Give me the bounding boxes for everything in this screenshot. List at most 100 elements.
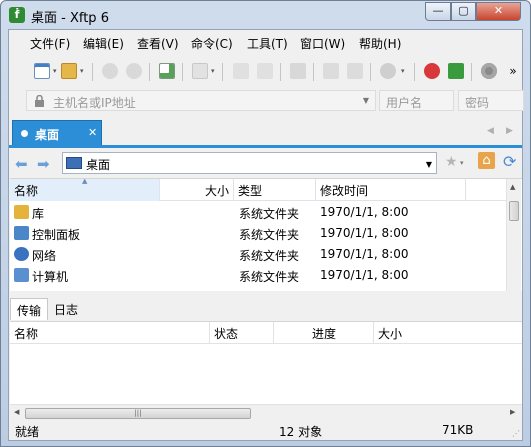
file-list-header: ▲ 名称 大小 类型 修改时间 <box>10 179 506 201</box>
more-icon[interactable]: » <box>503 61 523 81</box>
file-row[interactable]: 库 系统文件夹 1970/1/1, 8:00 <box>10 202 506 223</box>
column-name[interactable]: ▲ 名称 <box>10 179 160 201</box>
scrollbar-thumb[interactable] <box>509 201 519 221</box>
path-dropdown-icon[interactable]: ▼ <box>426 160 432 169</box>
forward-arrow-icon[interactable]: ➡ <box>37 155 50 173</box>
maximize-button[interactable]: ▢ <box>451 2 476 21</box>
host-dropdown-icon[interactable]: ▼ <box>363 96 369 105</box>
minimize-button[interactable]: — <box>425 2 451 21</box>
host-input[interactable]: 主机名或IP地址 ▼ <box>26 90 376 111</box>
close-button[interactable]: ✕ <box>476 2 521 21</box>
file-modified: 1970/1/1, 8:00 <box>320 205 409 219</box>
scroll-up-icon[interactable]: ▲ <box>510 183 515 191</box>
settings-icon[interactable] <box>479 61 499 81</box>
scrollbar-thumb[interactable]: ||| <box>25 408 251 419</box>
tab-desktop[interactable]: 桌面 ✕ <box>12 120 102 146</box>
file-type: 系统文件夹 <box>239 228 300 242</box>
scroll-left-icon[interactable]: ◀ <box>14 408 19 416</box>
file-name: 计算机 <box>32 270 69 284</box>
refresh-icon[interactable]: ⟳ <box>503 152 516 171</box>
resize-grip-icon[interactable]: ⋰ <box>512 429 520 438</box>
transfer-list: 名称 状态 进度 大小 ◀ ||| ▶ <box>10 321 522 421</box>
menu-tools[interactable]: 工具(T) <box>247 35 288 52</box>
library-icon <box>14 205 29 219</box>
desktop-icon <box>66 157 82 169</box>
toolbar: ▾ ▾ ▾ ▾ » <box>9 57 522 87</box>
new-session-icon[interactable] <box>32 61 52 81</box>
copy-icon[interactable] <box>321 61 341 81</box>
file-row[interactable]: 控制面板 系统文件夹 1970/1/1, 8:00 <box>10 223 506 244</box>
menu-help[interactable]: 帮助(H) <box>359 35 401 52</box>
home-icon[interactable]: ⌂ <box>478 152 495 169</box>
xshell-icon[interactable] <box>422 61 442 81</box>
path-bar: ⬅ ➡ 桌面 ▼ ★ ▾ ⌂ ⟳ <box>9 151 522 175</box>
tab-next-icon[interactable]: ▶ <box>506 126 513 136</box>
status-state: 就绪 <box>15 425 40 439</box>
disconnect-icon[interactable] <box>100 61 120 81</box>
file-row[interactable]: 网络 系统文件夹 1970/1/1, 8:00 <box>10 244 506 265</box>
menu-edit[interactable]: 编辑(E) <box>83 35 124 52</box>
menu-bar: 文件(F) 编辑(E) 查看(V) 命令(C) 工具(T) 窗口(W) 帮助(H… <box>9 32 522 54</box>
address-bar: 主机名或IP地址 ▼ 用户名 密码 <box>9 90 524 112</box>
tab-log[interactable]: 日志 <box>48 298 84 320</box>
file-type: 系统文件夹 <box>239 249 300 263</box>
column-filler <box>466 179 506 201</box>
globe-icon[interactable] <box>378 61 398 81</box>
lower-panel-tabs: 传输 日志 <box>10 298 522 320</box>
transfer-column-name[interactable]: 名称 <box>10 322 210 344</box>
file-modified: 1970/1/1, 8:00 <box>320 247 409 261</box>
menu-command[interactable]: 命令(C) <box>191 35 233 52</box>
network-icon <box>14 247 29 261</box>
tab-prev-icon[interactable]: ◀ <box>487 126 494 136</box>
upload-icon[interactable] <box>231 61 251 81</box>
download-icon[interactable] <box>255 61 275 81</box>
app-window: ḟ 桌面 - Xftp 6 — ▢ ✕ 文件(F) 编辑(E) 查看(V) 命令… <box>0 0 531 447</box>
file-list-scrollbar[interactable]: ▲ <box>506 179 521 291</box>
transfer-header: 名称 状态 进度 大小 <box>10 322 522 344</box>
username-input[interactable]: 用户名 <box>379 90 454 111</box>
session-properties-icon[interactable] <box>157 61 177 81</box>
menu-window[interactable]: 窗口(W) <box>300 35 345 52</box>
menu-file[interactable]: 文件(F) <box>30 35 70 52</box>
xftp-icon[interactable] <box>446 61 466 81</box>
host-placeholder: 主机名或IP地址 <box>53 96 136 110</box>
bookmark-icon[interactable]: ★ <box>445 154 458 170</box>
session-tabs: 桌面 ✕ ◀ ▶ <box>9 118 522 146</box>
xftp-app-icon: ḟ <box>9 7 25 23</box>
path-input[interactable]: 桌面 ▼ <box>62 152 437 174</box>
control-panel-icon <box>14 226 29 240</box>
column-name-label: 名称 <box>14 184 39 198</box>
tab-close-icon[interactable]: ✕ <box>88 126 97 139</box>
paste-icon[interactable] <box>345 61 365 81</box>
tab-transfer[interactable]: 传输 <box>10 298 49 320</box>
file-modified: 1970/1/1, 8:00 <box>320 268 409 282</box>
bookmark-dropdown-icon[interactable]: ▾ <box>460 159 464 167</box>
file-row[interactable]: 计算机 系统文件夹 1970/1/1, 8:00 <box>10 265 506 286</box>
password-input[interactable]: 密码 <box>458 90 524 111</box>
tab-label: 桌面 <box>35 128 60 142</box>
reconnect-icon[interactable] <box>124 61 144 81</box>
sort-ascending-icon: ▲ <box>82 178 88 185</box>
open-folder-icon[interactable] <box>59 61 79 81</box>
title-bar: ḟ 桌面 - Xftp 6 — ▢ ✕ <box>1 1 530 29</box>
scroll-right-icon[interactable]: ▶ <box>510 408 515 416</box>
path-text: 桌面 <box>86 158 111 172</box>
sync-icon[interactable] <box>288 61 308 81</box>
transfer-column-status[interactable]: 状态 <box>210 322 274 344</box>
file-name: 库 <box>32 207 45 221</box>
file-list: ▲ 名称 大小 类型 修改时间 库 系统文件夹 1970/1/1, 8:00 控… <box>10 178 522 291</box>
status-size: 71KB <box>442 423 474 437</box>
status-bar: 就绪 12 对象 71KB ⋰ <box>9 419 522 441</box>
transfer-column-progress[interactable]: 进度 <box>274 322 374 344</box>
file-type: 系统文件夹 <box>239 270 300 284</box>
file-type: 系统文件夹 <box>239 207 300 221</box>
column-type[interactable]: 类型 <box>234 179 316 201</box>
transfer-column-size[interactable]: 大小 <box>374 322 522 344</box>
status-object-count: 12 对象 <box>279 425 323 439</box>
play-icon[interactable] <box>190 61 210 81</box>
menu-view[interactable]: 查看(V) <box>137 35 179 52</box>
window-title: 桌面 - Xftp 6 <box>31 11 109 26</box>
column-size[interactable]: 大小 <box>160 179 234 201</box>
back-arrow-icon[interactable]: ⬅ <box>15 155 28 173</box>
column-modified[interactable]: 修改时间 <box>316 179 466 201</box>
